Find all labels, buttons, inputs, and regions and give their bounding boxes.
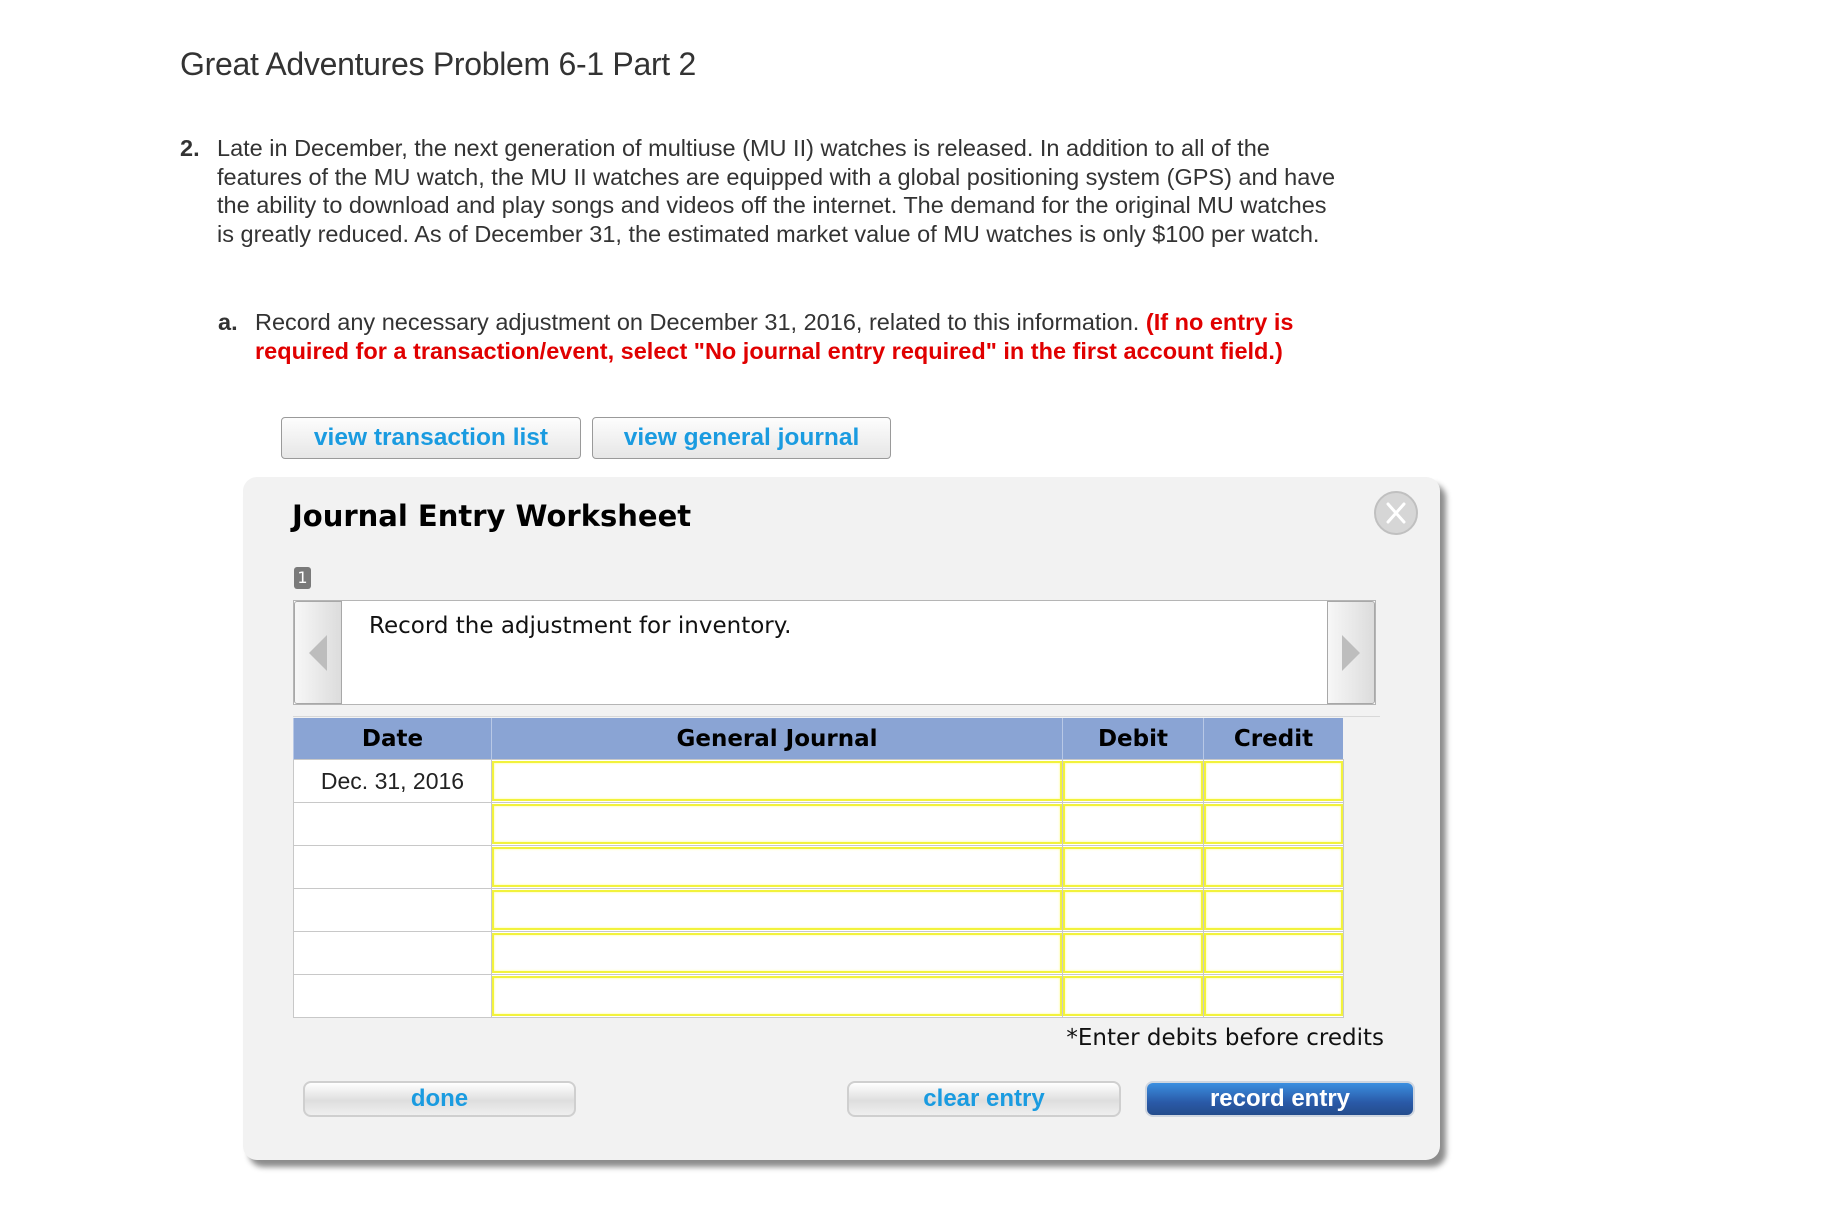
clear-entry-button[interactable]: clear entry — [847, 1081, 1121, 1117]
record-entry-button[interactable]: record entry — [1145, 1081, 1415, 1117]
account-input[interactable] — [492, 761, 1062, 801]
date-cell — [293, 888, 492, 932]
arrow-right-icon — [1342, 634, 1360, 671]
date-cell — [293, 845, 492, 889]
date-cell — [293, 974, 492, 1018]
credit-input[interactable] — [1204, 933, 1343, 973]
account-input[interactable] — [492, 847, 1062, 887]
date-cell — [293, 931, 492, 975]
journal-row: Dec. 31, 2016 — [293, 759, 1344, 803]
column-header-date: Date — [293, 718, 492, 760]
credit-input[interactable] — [1204, 847, 1343, 887]
credit-input[interactable] — [1204, 890, 1343, 930]
subquestion-a: a. Record any necessary adjustment on De… — [218, 308, 1348, 366]
question-number: 2. — [180, 135, 200, 161]
account-input[interactable] — [492, 890, 1062, 930]
date-cell — [293, 802, 492, 846]
divider — [293, 716, 1380, 717]
journal-table: Date General Journal Debit Credit Dec. 3… — [293, 718, 1344, 1018]
view-transaction-list-button[interactable]: view transaction list — [281, 417, 581, 459]
debit-input[interactable] — [1063, 933, 1203, 973]
column-header-general-journal: General Journal — [491, 718, 1063, 760]
account-input[interactable] — [492, 804, 1062, 844]
debit-input[interactable] — [1063, 847, 1203, 887]
credit-input[interactable] — [1204, 761, 1343, 801]
next-entry-button[interactable] — [1327, 601, 1375, 704]
page-title: Great Adventures Problem 6-1 Part 2 — [180, 46, 696, 82]
prompt-text: Record the adjustment for inventory. — [369, 613, 792, 639]
journal-entry-worksheet-modal: Journal Entry Worksheet 1 Record the adj… — [243, 477, 1440, 1160]
credit-input[interactable] — [1204, 804, 1343, 844]
close-icon — [1386, 502, 1406, 524]
debits-before-credits-note: *Enter debits before credits — [1066, 1025, 1384, 1051]
entry-page-badge: 1 — [294, 567, 311, 589]
debit-input[interactable] — [1063, 804, 1203, 844]
debit-input[interactable] — [1063, 761, 1203, 801]
column-header-credit: Credit — [1203, 718, 1343, 760]
debit-input[interactable] — [1063, 890, 1203, 930]
question-2: 2. Late in December, the next generation… — [180, 134, 1350, 248]
view-general-journal-button[interactable]: view general journal — [592, 417, 891, 459]
subquestion-text: Record any necessary adjustment on Decem… — [255, 309, 1140, 335]
column-header-debit: Debit — [1062, 718, 1204, 760]
close-button[interactable] — [1374, 491, 1418, 535]
journal-row — [293, 845, 1344, 889]
previous-entry-button[interactable] — [294, 601, 342, 704]
journal-row — [293, 802, 1344, 846]
prompt-box: Record the adjustment for inventory. — [293, 600, 1376, 705]
subquestion-letter: a. — [218, 309, 238, 335]
question-text: Late in December, the next generation of… — [217, 135, 1336, 247]
done-button[interactable]: done — [303, 1081, 576, 1117]
journal-row — [293, 888, 1344, 932]
account-input[interactable] — [492, 976, 1062, 1016]
account-input[interactable] — [492, 933, 1062, 973]
journal-row — [293, 974, 1344, 1018]
journal-header-row: Date General Journal Debit Credit — [293, 718, 1343, 760]
arrow-left-icon — [309, 634, 327, 671]
date-cell: Dec. 31, 2016 — [293, 759, 492, 803]
credit-input[interactable] — [1204, 976, 1343, 1016]
worksheet-title: Journal Entry Worksheet — [292, 499, 692, 533]
debit-input[interactable] — [1063, 976, 1203, 1016]
journal-row — [293, 931, 1344, 975]
